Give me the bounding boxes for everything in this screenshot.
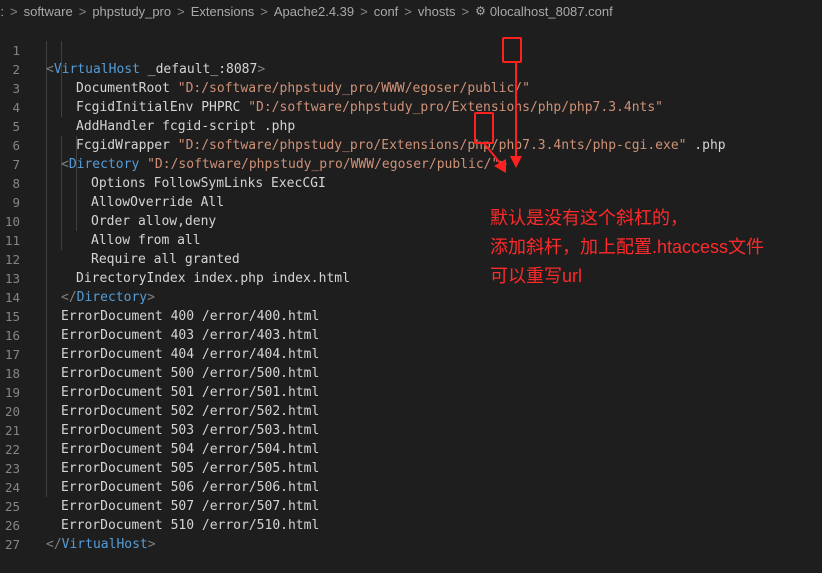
annotation-line: 默认是没有这个斜杠的， <box>490 208 688 228</box>
tag-bracket: </ <box>46 537 62 552</box>
arrow-down-icon <box>510 62 522 168</box>
line-number: 27 <box>4 537 20 552</box>
annotation-line: 添加斜杆，加上配置.htaccess文件 <box>490 237 765 257</box>
tag-bracket: > <box>147 537 156 552</box>
annotation-note: 默认是没有这个斜杠的， 添加斜杆，加上配置.htaccess文件 可以重写url <box>490 204 764 291</box>
arrow-diagonal-icon <box>482 141 506 173</box>
annotation-line: 可以重写url <box>490 266 583 286</box>
tag-name: VirtualHost <box>61 537 148 552</box>
